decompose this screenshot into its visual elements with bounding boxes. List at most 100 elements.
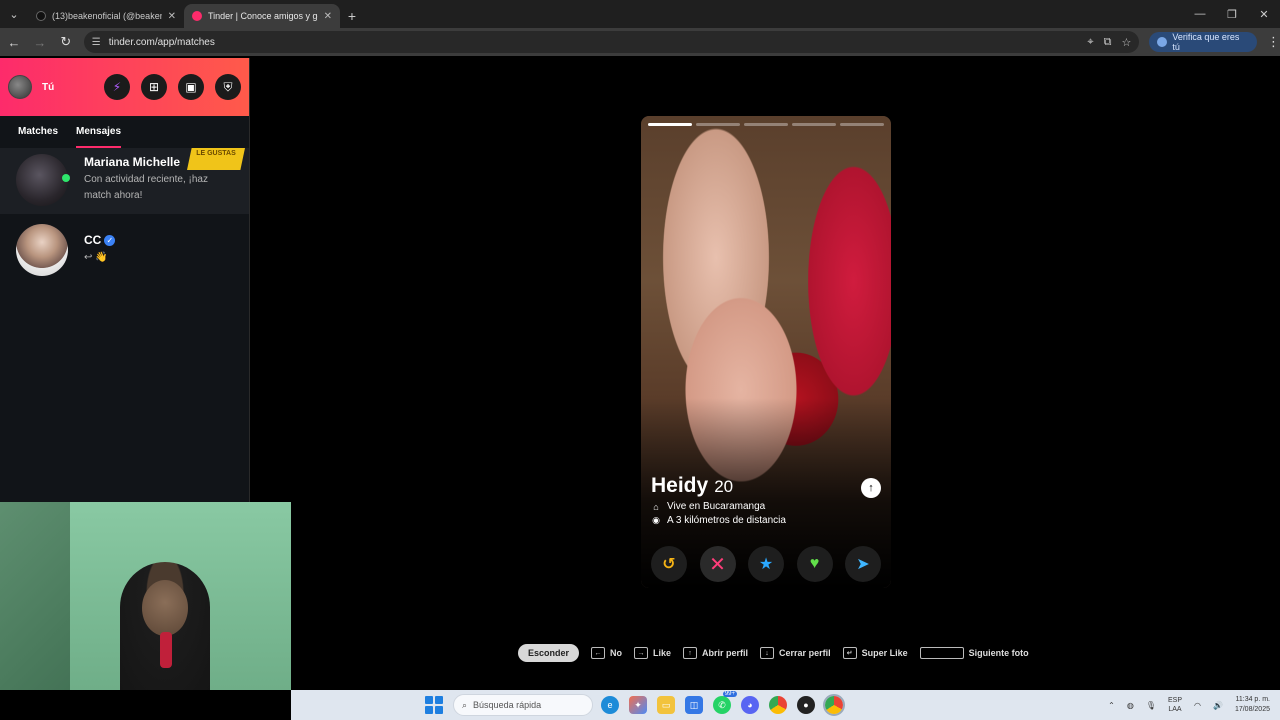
left-arrow-key-icon: ← xyxy=(591,647,606,659)
likes-you-badge: LE GUSTAS xyxy=(187,148,245,170)
conversation-item[interactable]: CC ✓ ↩ 👋 xyxy=(0,218,249,284)
my-profile-label[interactable]: Tú xyxy=(42,82,54,93)
conversation-item[interactable]: Mariana Michelle Con actividad reciente,… xyxy=(0,148,249,214)
chevron-up-icon[interactable]: ⌃ xyxy=(1108,701,1115,710)
nope-button[interactable]: ✕ xyxy=(699,546,736,582)
distance-text: A 3 kilómetros de distancia xyxy=(667,515,786,526)
whatsapp-icon[interactable]: ✆ 99+ xyxy=(713,691,737,714)
browser-tab-bar: ⌄ (13)beakenoficial (@beakenofic ✕ Tinde… xyxy=(0,0,1280,28)
photo-progress-segment xyxy=(792,123,836,126)
shortcut-label: Like xyxy=(653,648,672,658)
volume-icon[interactable]: 🔊 xyxy=(1213,701,1223,710)
boost-icon[interactable]: ⚡ xyxy=(104,74,130,100)
microphone-icon xyxy=(160,632,172,668)
open-profile-button[interactable]: ↑ xyxy=(861,478,881,498)
window-controls: — ❐ ✕ xyxy=(1184,0,1280,28)
superlike-button[interactable]: ★ xyxy=(748,546,784,582)
sidebar-header: Tú ⚡ ⊞ ▣ ⛨ xyxy=(0,58,249,116)
clock[interactable]: 11:34 p. m. 17/08/2025 xyxy=(1235,695,1270,715)
sidebar-tabs: Matches Mensajes xyxy=(0,116,249,148)
avatar xyxy=(16,224,68,276)
conversation-preview: Con actividad reciente, ¡haz match ahora… xyxy=(84,174,208,201)
search-placeholder: Búsqueda rápida xyxy=(473,700,542,710)
location-pin-icon: ◉ xyxy=(652,515,660,525)
minimize-icon[interactable]: — xyxy=(1184,0,1216,28)
profile-location: ⌂ Vive en Bucaramanga xyxy=(651,501,881,512)
copilot-icon[interactable]: ✦ xyxy=(629,696,647,714)
microphone-tray-icon[interactable]: 🎙 xyxy=(1146,701,1156,710)
profile-card[interactable]: Heidy 20 ⌂ Vive en Bucaramanga ◉ A 3 kil… xyxy=(641,116,891,588)
reload-icon[interactable]: ↻ xyxy=(54,30,78,54)
tab-matches[interactable]: Matches xyxy=(18,126,58,148)
shortcut-label: No xyxy=(610,648,623,658)
profile-age: 20 xyxy=(714,477,734,496)
enter-key-icon: ↵ xyxy=(842,647,857,659)
shortcut-close-profile: ↓ Cerrar perfil xyxy=(760,647,831,659)
edge-icon[interactable]: e xyxy=(601,696,619,714)
windows-taskbar: ⌕ Búsqueda rápida e ✦ ▭ ◫ ✆ 99+ ◕ ● ⌃ ◍ 🎙… xyxy=(291,690,1280,720)
shortcut-super-like: ↵ Super Like xyxy=(842,647,908,659)
bookmark-star-icon[interactable]: ☆ xyxy=(1121,36,1131,49)
shortcut-next-photo: Siguiente foto xyxy=(919,647,1029,659)
more-menu-icon[interactable]: ⋮ xyxy=(1267,34,1280,50)
windows-start-icon[interactable] xyxy=(425,696,443,714)
discord-icon[interactable]: ◕ xyxy=(741,696,759,714)
file-explorer-icon[interactable]: ▭ xyxy=(657,696,675,714)
shortcut-label: Cerrar perfil xyxy=(779,648,831,658)
app-icon[interactable]: ● xyxy=(797,696,815,714)
shortcut-like: → Like xyxy=(634,647,671,659)
back-icon[interactable]: ← xyxy=(2,30,26,54)
avatar xyxy=(16,154,70,206)
tab-messages[interactable]: Mensajes xyxy=(76,126,122,148)
profile-info: Heidy 20 ⌂ Vive en Bucaramanga ◉ A 3 kil… xyxy=(651,474,881,526)
down-arrow-key-icon: ↓ xyxy=(760,647,775,659)
maximize-icon[interactable]: ❐ xyxy=(1216,0,1248,28)
online-indicator xyxy=(62,174,70,182)
my-avatar[interactable] xyxy=(8,75,32,99)
clock-date: 17/08/2025 xyxy=(1234,706,1270,713)
tab-tiktok[interactable]: (13)beakenoficial (@beakenofic ✕ xyxy=(28,4,184,28)
boost-button[interactable]: ➤ xyxy=(845,546,881,582)
lives-in-text: Vive en Bucaramanga xyxy=(667,501,766,512)
notification-count: 99+ xyxy=(722,691,737,697)
shield-icon[interactable]: ⛨ xyxy=(215,74,241,100)
hide-shortcuts-button[interactable]: Esconder xyxy=(518,644,580,662)
new-tab-button[interactable]: + xyxy=(340,4,364,28)
tinder-favicon-icon xyxy=(192,11,202,21)
location-icon[interactable]: ⌖ xyxy=(1087,36,1093,49)
home-icon: ⌂ xyxy=(653,501,659,512)
profile-distance: ◉ A 3 kilómetros de distancia xyxy=(651,515,881,526)
chrome-icon[interactable] xyxy=(769,696,787,714)
close-tab-icon[interactable]: ✕ xyxy=(324,11,332,22)
url-text: tinder.com/app/matches xyxy=(108,36,215,48)
rewind-button[interactable]: ↺ xyxy=(651,546,687,582)
tab-search-icon[interactable]: ⌄ xyxy=(0,0,28,28)
close-window-icon[interactable]: ✕ xyxy=(1248,0,1280,28)
wifi-icon[interactable]: ◠ xyxy=(1194,701,1201,710)
install-app-icon[interactable]: ⧉ xyxy=(1104,36,1112,49)
chrome-active-icon[interactable] xyxy=(823,694,845,716)
site-info-icon[interactable]: ☰ xyxy=(92,37,101,48)
photo-progress-segment xyxy=(648,123,692,126)
conversation-name-text: CC xyxy=(84,233,102,247)
tab-title: Tinder | Conoce amigos y gent xyxy=(208,11,318,21)
verify-profile-chip[interactable]: Verifica que eres tú xyxy=(1149,32,1258,52)
webcam-head xyxy=(142,580,188,636)
address-bar[interactable]: ☰ tinder.com/app/matches ⌖ ⧉ ☆ xyxy=(83,31,1140,53)
browser-toolbar: ← → ↻ ☰ tinder.com/app/matches ⌖ ⧉ ☆ Ver… xyxy=(0,28,1280,56)
shortcut-label: Abrir perfil xyxy=(702,648,749,658)
close-tab-icon[interactable]: ✕ xyxy=(168,11,176,22)
space-key-icon xyxy=(919,647,964,659)
tab-title: (13)beakenoficial (@beakenofic xyxy=(52,11,162,21)
store-icon[interactable]: ◫ xyxy=(685,696,703,714)
tiktok-favicon-icon xyxy=(36,11,46,21)
like-button[interactable]: ♥ xyxy=(796,546,833,582)
tab-tinder[interactable]: Tinder | Conoce amigos y gent ✕ xyxy=(184,4,340,28)
briefcase-icon[interactable]: ▣ xyxy=(178,74,204,100)
network-app-icon[interactable]: ◍ xyxy=(1127,701,1134,710)
explore-icon[interactable]: ⊞ xyxy=(141,74,167,100)
photo-progress-segment xyxy=(696,123,740,126)
language-indicator[interactable]: ESP LAA xyxy=(1168,696,1182,714)
forward-icon[interactable]: → xyxy=(28,30,52,54)
taskbar-search[interactable]: ⌕ Búsqueda rápida xyxy=(453,694,593,716)
